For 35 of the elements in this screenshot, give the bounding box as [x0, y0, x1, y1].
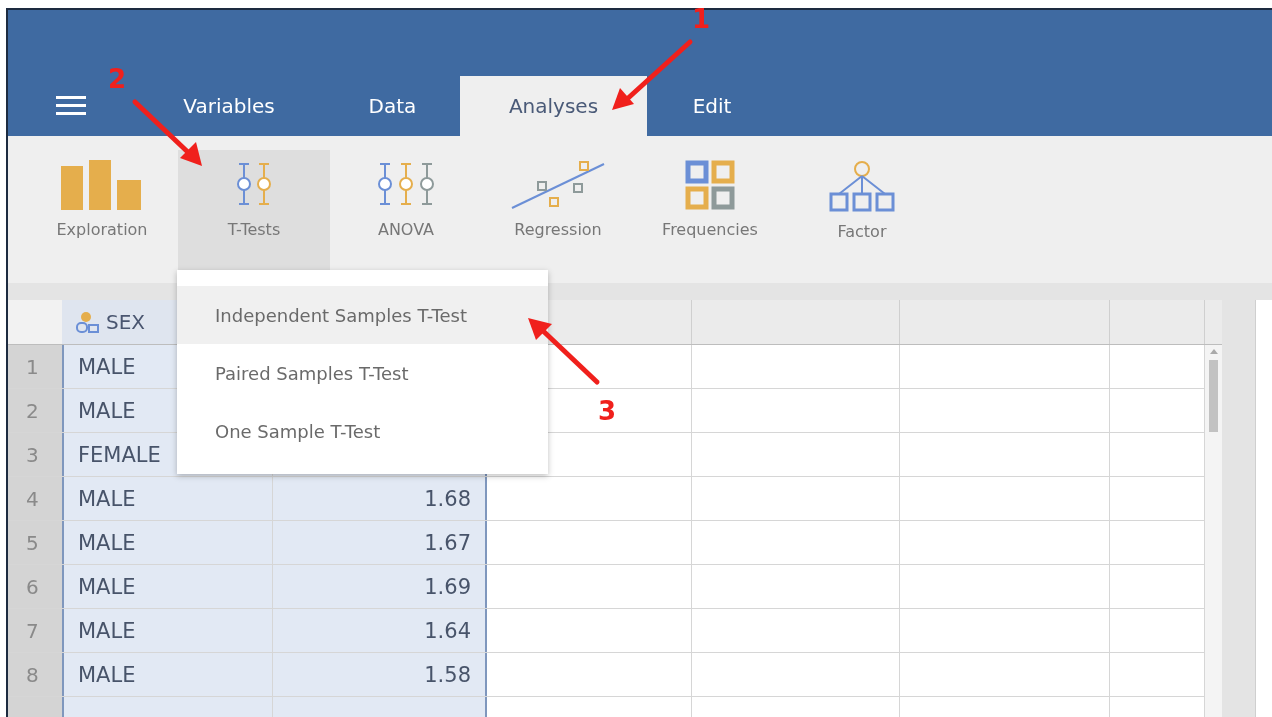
menu-item[interactable]: Independent Samples T-Test [177, 286, 548, 344]
table-cell: 1.64 [273, 609, 487, 652]
annotation-number: 2 [108, 66, 127, 92]
table-cell: MALE [62, 565, 273, 608]
table-cell: 1.58 [273, 653, 487, 696]
row-number: 7 [8, 609, 62, 652]
table-cell: MALE [62, 609, 273, 652]
ribbon-button[interactable]: ANOVA [330, 150, 482, 270]
tab[interactable]: Variables [133, 76, 325, 136]
menu-item[interactable]: Paired Samples T-Test [177, 344, 548, 402]
table-cell: MALE [62, 653, 273, 696]
table-cell: 1.68 [273, 477, 487, 520]
tab[interactable]: Edit [647, 76, 777, 136]
row-number: 6 [8, 565, 62, 608]
ribbon-button[interactable]: T-Tests [178, 150, 330, 270]
row-number: 3 [8, 433, 62, 476]
table-cell: 1.67 [273, 521, 487, 564]
table-cell: 1.69 [273, 565, 487, 608]
column-name: SEX [106, 310, 146, 334]
row-number: 1 [8, 345, 62, 388]
ribbon-button[interactable]: Factor [786, 150, 938, 270]
tab[interactable]: Analyses [460, 76, 647, 136]
annotation-number: 1 [692, 6, 711, 32]
tab[interactable]: Data [325, 76, 460, 136]
menu-item[interactable]: One Sample T-Test [177, 402, 548, 460]
row-number: 4 [8, 477, 62, 520]
ribbon-button[interactable]: Exploration [26, 150, 178, 270]
ribbon-button[interactable]: Regression [482, 150, 634, 270]
row-number: 5 [8, 521, 62, 564]
annotation-number: 3 [598, 398, 617, 424]
row-number: 2 [8, 389, 62, 432]
ribbon-button[interactable]: Frequencies [634, 150, 786, 270]
row-number: 8 [8, 653, 62, 696]
table-cell: MALE [62, 521, 273, 564]
table-cell: MALE [62, 477, 273, 520]
